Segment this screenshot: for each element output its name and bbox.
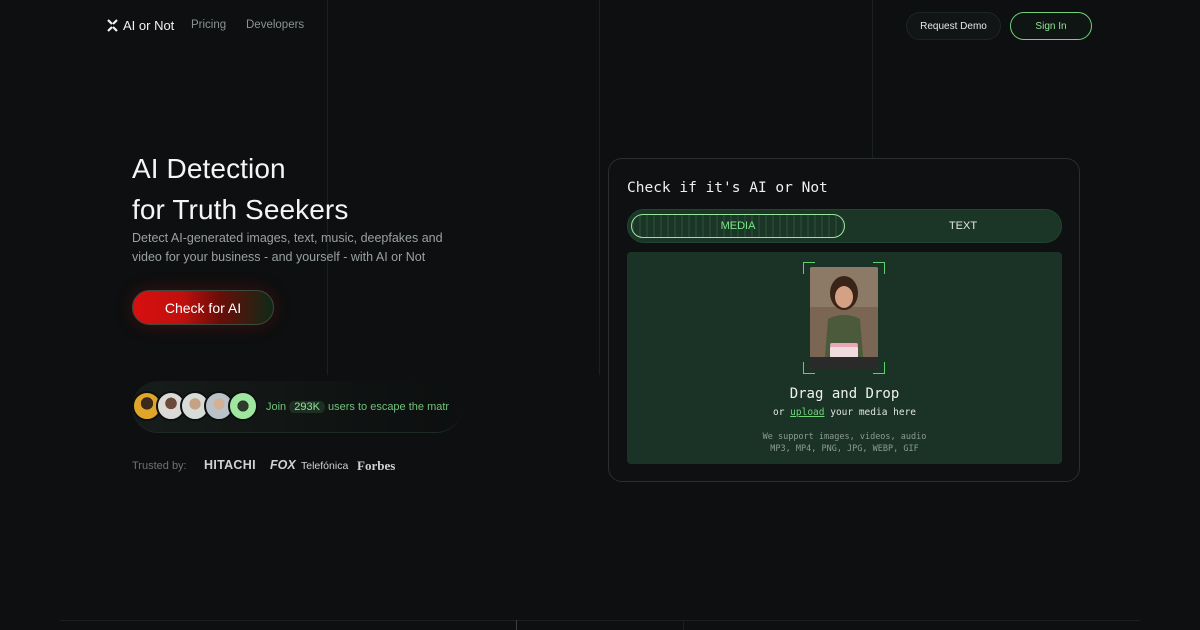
supported-formats-line1: We support images, videos, audio: [762, 432, 927, 442]
upload-link[interactable]: upload: [790, 407, 824, 418]
brand-logo-hitachi: HITACHI: [204, 458, 256, 472]
top-nav: AI or Not Pricing Developers Request Dem…: [0, 0, 1200, 52]
ai-detector-card: Check if it's AI or Not MEDIA TEXT Drag …: [608, 158, 1080, 482]
logo-text: AI or Not: [123, 18, 175, 33]
drag-drop-or: or: [772, 407, 785, 418]
nav-link-pricing[interactable]: Pricing: [191, 19, 226, 31]
hero-title-line1: AI Detection: [132, 153, 286, 184]
join-prefix: Join: [266, 401, 287, 413]
request-demo-button[interactable]: Request Demo: [906, 12, 1001, 40]
brand-logo-forbes: Forbes: [357, 458, 396, 473]
avatar: [228, 391, 258, 421]
preview-frame: [803, 262, 885, 374]
tab-media[interactable]: MEDIA: [631, 214, 845, 238]
user-count-banner: Join 293K users to escape the matr: [132, 381, 462, 433]
sign-in-button[interactable]: Sign In: [1010, 12, 1092, 40]
trusted-by-label: Trusted by:: [132, 460, 187, 472]
join-suffix: users to escape the matr: [328, 401, 450, 413]
detector-title: Check if it's AI or Not: [627, 180, 828, 196]
hero-title: AI Detection for Truth Seekers: [132, 148, 348, 230]
supported-formats: We support images, videos, audio MP3, MP…: [627, 431, 1062, 455]
nav-link-developers[interactable]: Developers: [246, 19, 304, 31]
check-for-ai-button[interactable]: Check for AI: [132, 290, 274, 325]
grid-line: [516, 620, 517, 630]
tab-text[interactable]: TEXT: [868, 214, 1058, 238]
drag-drop-title: Drag and Drop: [789, 386, 900, 402]
brand-logo-fox: FOX: [270, 458, 296, 472]
drag-drop-subtitle: or upload your media here: [627, 407, 1062, 418]
grid-line: [60, 620, 1140, 621]
media-type-tabs: MEDIA TEXT: [627, 209, 1062, 243]
hero-subtitle: Detect AI-generated images, text, music,…: [132, 231, 443, 264]
logo-icon: [107, 19, 118, 32]
brand-logo-telefonica: Telefónica: [301, 460, 349, 472]
grid-line: [683, 620, 684, 630]
sample-photo: [810, 267, 878, 369]
drag-drop-suffix: your media here: [830, 407, 917, 418]
grid-line: [599, 0, 600, 375]
hero-title-line2: for Truth Seekers: [132, 194, 349, 225]
user-count: 293K: [289, 401, 325, 413]
logo[interactable]: AI or Not: [107, 18, 174, 33]
sample-photo-illustration: [810, 267, 878, 369]
join-text: Join 293K users to escape the matr: [266, 401, 454, 413]
supported-formats-line2: MP3, MP4, PNG, JPG, WEBP, GIF: [770, 444, 919, 454]
upload-dropzone[interactable]: Drag and Drop or upload your media here …: [627, 252, 1062, 464]
